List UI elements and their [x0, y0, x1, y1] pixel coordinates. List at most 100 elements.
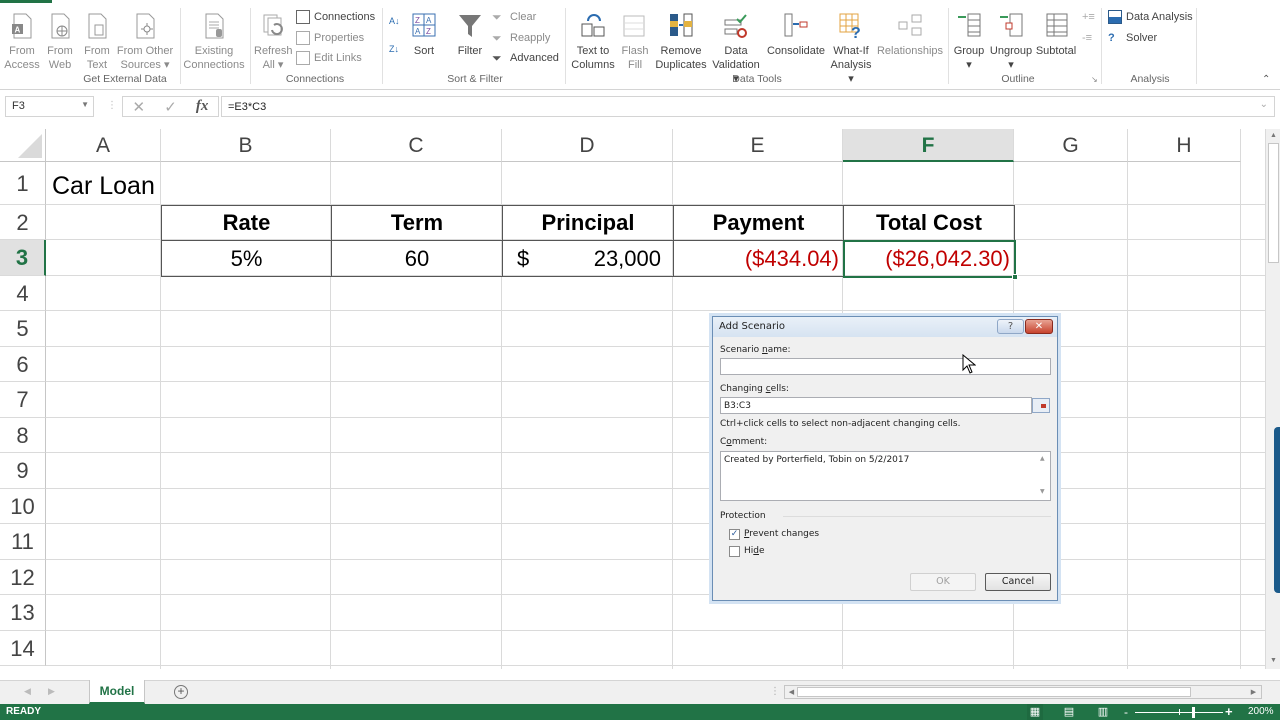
comment-textarea[interactable]: Created by Porterfield, Tobin on 5/2/201… — [720, 451, 1051, 501]
scroll-down-icon[interactable]: ▼ — [1267, 657, 1280, 664]
advanced-filter-button[interactable]: ⏷ Advanced — [492, 51, 559, 65]
sort-button[interactable]: ZAAZ Sort — [408, 12, 440, 58]
page-break-preview-icon[interactable]: ▥ — [1095, 704, 1111, 720]
row-header-3[interactable]: 3 — [0, 240, 46, 276]
flash-fill-button[interactable]: Flash Fill — [619, 12, 651, 72]
sheet-tab-model[interactable]: Model — [89, 680, 145, 704]
row-header-13[interactable]: 13 — [0, 595, 46, 631]
spreadsheet-grid[interactable]: ABCDEFGH 1 2 3 4 5 6 7 8 9 10 11 12 13 14 Car Loan Ra… — [0, 129, 1265, 669]
row-header-10[interactable]: 10 — [0, 489, 46, 524]
name-box[interactable]: F3 ▼ — [5, 96, 94, 117]
remove-duplicates-button[interactable]: Remove Duplicates — [654, 12, 708, 72]
vertical-scroll-thumb[interactable] — [1268, 143, 1279, 263]
cancel-entry-icon[interactable]: ✕ — [133, 98, 146, 116]
comment-scroll-down-icon[interactable]: ▼ — [1040, 488, 1045, 495]
side-panel-handle[interactable] — [1274, 427, 1280, 593]
row-header-2[interactable]: 2 — [0, 205, 46, 240]
ungroup-button[interactable]: Ungroup ▾ — [988, 12, 1034, 72]
row-header-11[interactable]: 11 — [0, 524, 46, 560]
show-detail-button[interactable]: +≡ — [1082, 10, 1096, 24]
row-header-8[interactable]: 8 — [0, 418, 46, 453]
column-header-f[interactable]: F — [843, 129, 1014, 162]
horizontal-scrollbar[interactable]: ◀ ▶ — [784, 685, 1262, 699]
page-layout-view-icon[interactable]: ▤ — [1061, 704, 1077, 720]
data-analysis-button[interactable]: Data Analysis — [1108, 10, 1193, 24]
ok-button[interactable]: OK — [910, 573, 976, 591]
cell-c2-term-header[interactable]: Term — [332, 206, 502, 240]
hide-checkbox[interactable] — [729, 546, 740, 557]
what-if-analysis-button[interactable]: ? What-If Analysis ▾ — [828, 12, 874, 86]
scroll-up-icon[interactable]: ▲ — [1267, 132, 1280, 139]
from-text-button[interactable]: From Text — [82, 12, 112, 72]
name-box-dropdown-icon[interactable]: ▼ — [81, 100, 89, 109]
outline-dialog-launcher-icon[interactable]: ↘ — [1091, 75, 1098, 84]
help-button[interactable]: ? — [997, 319, 1024, 334]
hide-label[interactable]: Hide — [744, 546, 765, 556]
column-header-g[interactable]: G — [1014, 129, 1128, 162]
collapse-ribbon-icon[interactable]: ⌃ — [1262, 74, 1270, 85]
consolidate-button[interactable]: Consolidate — [766, 12, 826, 58]
column-header-a[interactable]: A — [46, 129, 161, 162]
from-access-button[interactable]: A From Access — [4, 12, 40, 72]
zoom-slider-knob[interactable] — [1192, 707, 1195, 718]
next-sheet-icon[interactable]: ▶ — [48, 686, 55, 697]
column-header-e[interactable]: E — [673, 129, 843, 162]
row-header-14[interactable]: 14 — [0, 631, 46, 666]
cell-b3-rate[interactable]: 5% — [162, 241, 331, 276]
select-all-button[interactable] — [0, 129, 46, 162]
sort-ascending-button[interactable]: A↓ — [389, 14, 400, 28]
comment-scrollbar[interactable]: ▲ ▼ — [1036, 452, 1050, 500]
formula-input[interactable]: =E3*C3 ⌄ — [221, 96, 1275, 117]
row-header-7[interactable]: 7 — [0, 382, 46, 418]
properties-button[interactable]: Properties — [296, 31, 364, 45]
from-other-sources-button[interactable]: From Other Sources ▾ — [114, 12, 176, 72]
horizontal-scroll-thumb[interactable] — [797, 687, 1191, 697]
column-header-b[interactable]: B — [161, 129, 331, 162]
clear-filter-button[interactable]: ⏷ Clear — [492, 10, 536, 24]
row-header-6[interactable]: 6 — [0, 347, 46, 382]
scenario-name-input[interactable] — [720, 358, 1051, 375]
row-header-1[interactable]: 1 — [0, 162, 46, 205]
confirm-entry-icon[interactable]: ✓ — [164, 98, 177, 116]
cell-f2-total-cost-header[interactable]: Total Cost — [844, 206, 1014, 240]
cell-d2-principal-header[interactable]: Principal — [503, 206, 673, 240]
reapply-button[interactable]: ⏷ Reapply — [492, 31, 550, 45]
comment-scroll-up-icon[interactable]: ▲ — [1040, 455, 1045, 462]
fill-handle[interactable] — [1012, 274, 1018, 280]
formula-bar-splitter[interactable]: ⋮ — [107, 100, 117, 111]
column-header-c[interactable]: C — [331, 129, 502, 162]
tab-splitter[interactable]: ⋮ — [770, 686, 780, 697]
cancel-button[interactable]: Cancel — [985, 573, 1051, 591]
from-web-button[interactable]: From Web — [44, 12, 76, 72]
scroll-right-icon[interactable]: ▶ — [1247, 688, 1260, 696]
prevent-changes-label[interactable]: Prevent changes — [744, 529, 819, 539]
expand-formula-bar-icon[interactable]: ⌄ — [1260, 99, 1268, 110]
edit-links-button[interactable]: Edit Links — [296, 51, 362, 65]
column-header-h[interactable]: H — [1128, 129, 1241, 162]
cell-c3-term[interactable]: 60 — [332, 241, 502, 276]
dialog-titlebar[interactable]: Add Scenario ? ✕ — [713, 317, 1057, 337]
cell-a1-title[interactable]: Car Loan — [52, 167, 155, 205]
row-header-12[interactable]: 12 — [0, 560, 46, 595]
solver-button[interactable]: ? Solver — [1108, 31, 1157, 45]
prev-sheet-icon[interactable]: ◀ — [24, 686, 31, 697]
normal-view-icon[interactable]: ▦ — [1027, 704, 1043, 720]
row-header-4[interactable]: 4 — [0, 276, 46, 311]
changing-cells-input[interactable]: B3:C3 — [720, 397, 1032, 414]
connections-button[interactable]: Connections — [296, 10, 375, 24]
subtotal-button[interactable]: Subtotal — [1034, 12, 1078, 58]
column-header-d[interactable]: D — [502, 129, 673, 162]
cell-d3-principal[interactable]: $ 23,000 — [503, 241, 673, 276]
relationships-button[interactable]: Relationships — [876, 12, 944, 58]
cell-b2-rate-header[interactable]: Rate — [162, 206, 331, 240]
zoom-level[interactable]: 200% — [1248, 706, 1274, 717]
cell-e2-payment-header[interactable]: Payment — [674, 206, 843, 240]
hide-detail-button[interactable]: -≡ — [1082, 31, 1096, 45]
filter-button[interactable]: Filter — [452, 12, 488, 58]
cell-e3-payment[interactable]: ($434.04) — [674, 241, 843, 276]
zoom-out-button[interactable]: - — [1124, 705, 1128, 719]
prevent-changes-checkbox[interactable]: ✓ — [729, 529, 740, 540]
range-selector-icon[interactable] — [1032, 398, 1050, 413]
row-header-9[interactable]: 9 — [0, 453, 46, 489]
sort-descending-button[interactable]: Z↓ — [389, 42, 399, 56]
